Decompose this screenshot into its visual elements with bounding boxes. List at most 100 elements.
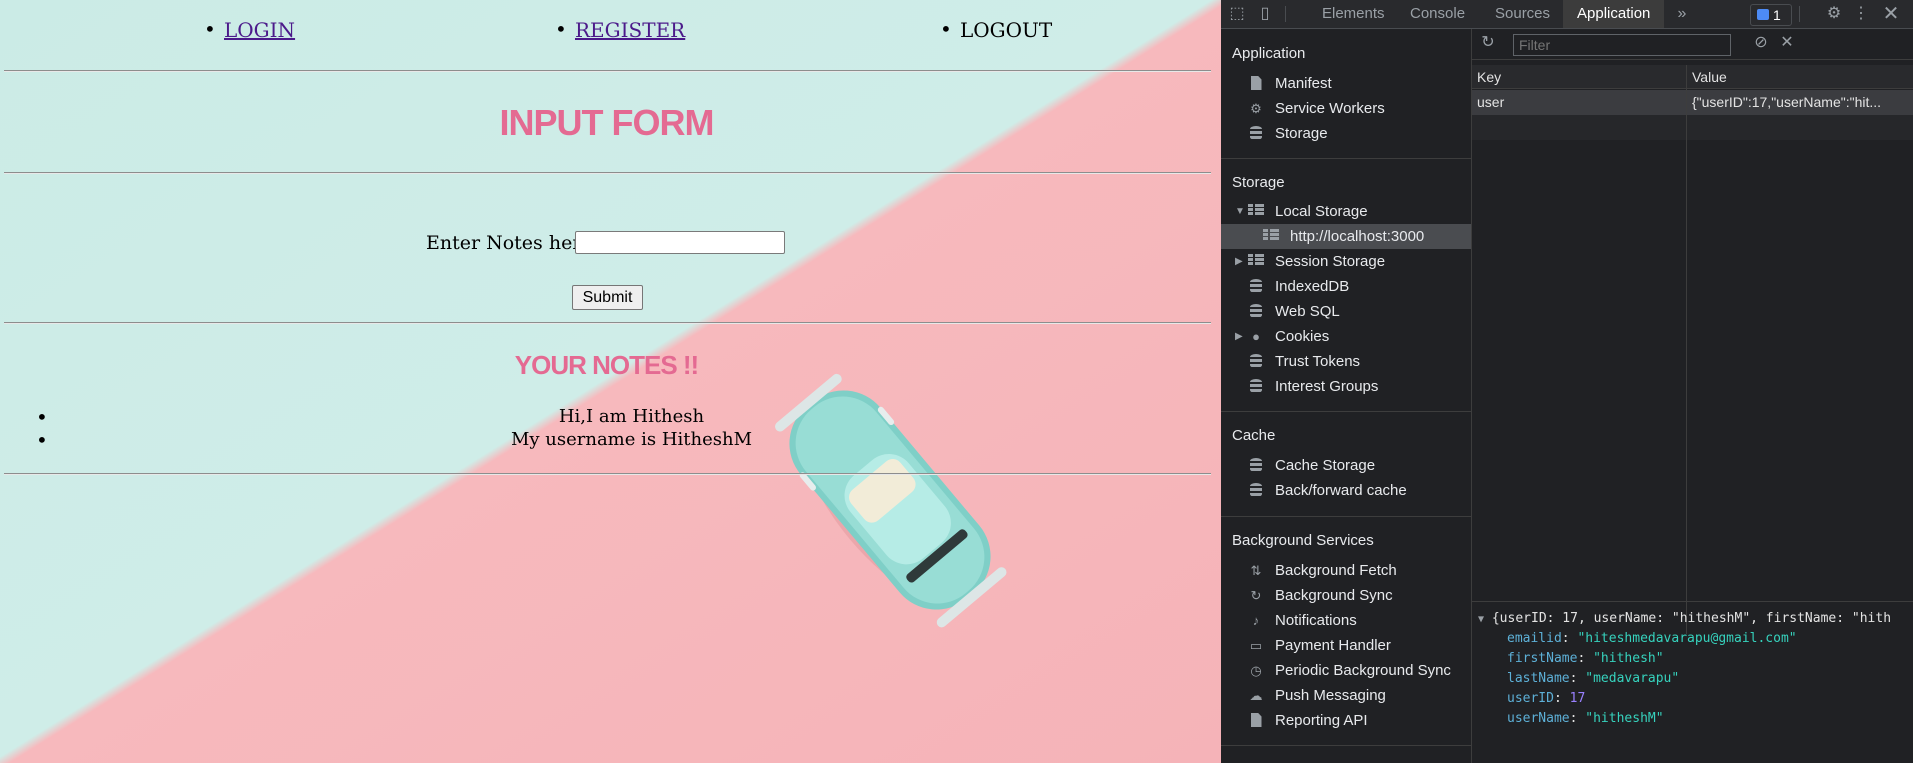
device-toolbar-icon[interactable]: ▯ [1255,4,1275,24]
issues-badge[interactable]: 1 [1750,4,1792,26]
column-header-value[interactable]: Value [1687,65,1913,89]
filter-input[interactable] [1513,34,1731,56]
preview-field: userName: "hitheshM" [1507,711,1664,726]
clear-all-icon[interactable]: ⊘ [1751,33,1771,53]
sidebar-item-storage[interactable]: Storage [1221,121,1471,146]
sidebar-item-background-sync[interactable]: ↻ Background Sync [1221,583,1471,608]
table-row[interactable]: user {"userID":17,"userName":"hit... [1472,90,1913,115]
divider [4,322,1211,324]
column-header-key[interactable]: Key [1472,65,1686,89]
database-icon [1248,483,1264,498]
sidebar-label: Background Fetch [1275,562,1397,579]
field-value: "hiteshmedavarapu@gmail.com" [1577,631,1797,646]
sidebar-label: Service Workers [1275,100,1385,117]
sidebar-label: Session Storage [1275,253,1386,270]
preview-summary[interactable]: ▼ {userID: 17, userName: "hitheshM", fir… [1478,611,1891,626]
settings-gear-icon[interactable]: ⚙ [1824,4,1844,24]
sidebar-item-background-fetch[interactable]: ⇅ Background Fetch [1221,558,1471,583]
sidebar-label: Storage [1275,125,1328,142]
sidebar-label: Notifications [1275,612,1357,629]
expand-right-icon[interactable]: ▶ [1235,324,1243,349]
expand-down-icon[interactable]: ▼ [1235,199,1245,224]
sidebar-item-session-storage[interactable]: ▶ Session Storage [1221,249,1471,274]
web-page: LOGIN REGISTER LOGOUT INPUT FORM Enter N… [0,0,1221,763]
sidebar-item-notifications[interactable]: ♪ Notifications [1221,608,1471,633]
sidebar-item-manifest[interactable]: Manifest [1221,71,1471,96]
login-link[interactable]: LOGIN [224,18,295,42]
field-key: emailid [1507,631,1562,646]
storage-table: Key Value user {"userID":17,"userName":"… [1472,65,1913,634]
inspect-element-icon[interactable]: ⬚ [1227,4,1247,24]
tab-sources[interactable]: Sources [1493,0,1552,28]
tab-elements[interactable]: Elements [1320,0,1387,28]
field-value: "medavarapu" [1585,671,1680,686]
submit-button[interactable]: Submit [572,285,643,310]
section-title-background-services: Background Services [1232,532,1374,549]
notes-input[interactable] [575,231,785,254]
value-preview: ▼ {userID: 17, userName: "hitheshM", fir… [1472,601,1913,764]
section-title-application: Application [1232,45,1306,62]
sidebar-item-service-workers[interactable]: ⚙ Service Workers [1221,96,1471,121]
divider [1221,745,1471,746]
sidebar-item-interest-groups[interactable]: Interest Groups [1221,374,1471,399]
tab-application[interactable]: Application [1563,0,1665,28]
sidebar-item-cache-storage[interactable]: Cache Storage [1221,453,1471,478]
sidebar-item-push-messaging[interactable]: ☁ Push Messaging [1221,683,1471,708]
notes-list: Hi,I am Hithesh My username is HitheshM [0,405,1221,452]
list-item: Hi,I am Hithesh [0,405,1221,429]
issues-count: 1 [1773,7,1781,23]
expand-right-icon[interactable]: ▶ [1235,249,1243,274]
field-key: userName [1507,711,1570,726]
table-row[interactable] [1472,115,1913,140]
more-tabs-icon[interactable]: » [1672,4,1692,24]
sidebar-item-payment-handler[interactable]: ▭ Payment Handler [1221,633,1471,658]
bell-icon: ♪ [1252,613,1260,628]
section-title-cache: Cache [1232,427,1276,444]
preview-summary-text: {userID: 17, userName: "hitheshM", first… [1491,611,1892,626]
sidebar-item-reporting-api[interactable]: Reporting API [1221,708,1471,733]
separator [1799,6,1800,22]
preview-field: userID: 17 [1507,691,1586,706]
logout-link[interactable]: LOGOUT [960,18,1052,42]
sidebar-item-trust-tokens[interactable]: Trust Tokens [1221,349,1471,374]
delete-selected-icon[interactable]: ✕ [1777,33,1797,53]
sidebar-item-cookies[interactable]: ▶ ● Cookies [1221,324,1471,349]
table-icon [1248,254,1264,269]
sidebar-item-periodic-background-sync[interactable]: ◷ Periodic Background Sync [1221,658,1471,683]
sidebar-item-local-storage[interactable]: ▼ Local Storage [1221,199,1471,224]
field-value: 17 [1569,691,1586,706]
sidebar-label: Payment Handler [1275,637,1391,654]
field-key: firstName [1507,651,1578,666]
row-key: user [1477,94,1505,110]
clock-icon: ◷ [1250,663,1262,678]
column-divider [1686,65,1687,634]
divider [1221,411,1471,412]
sidebar-item-local-origin[interactable]: http://localhost:3000 [1221,224,1471,249]
gear-icon: ⚙ [1250,101,1262,116]
nav-login: LOGIN [204,17,295,42]
database-icon [1248,304,1264,319]
storage-view: ↻ ⊘ ✕ Key Value user {"userID":17,"userN… [1472,29,1913,763]
message-icon [1757,9,1769,20]
tab-console[interactable]: Console [1408,0,1467,28]
nav-logout[interactable]: LOGOUT [940,17,1052,42]
close-icon[interactable]: ✕ [1881,4,1901,24]
divider [4,473,1211,475]
storage-toolbar: ↻ ⊘ ✕ [1472,29,1913,60]
sidebar-item-indexeddb[interactable]: IndexedDB [1221,274,1471,299]
sidebar-label: Background Sync [1275,587,1393,604]
sidebar-label: Cookies [1275,328,1330,345]
field-key: userID [1507,691,1554,706]
sidebar-item-bfcache[interactable]: Back/forward cache [1221,478,1471,503]
field-value: "hithesh" [1593,651,1664,666]
collapse-icon[interactable]: ▼ [1478,614,1484,625]
notes-title: YOUR NOTES !! [514,350,699,380]
sidebar-item-web-sql[interactable]: Web SQL [1221,299,1471,324]
kebab-menu-icon[interactable]: ⋮ [1851,4,1871,24]
sidebar-label: Push Messaging [1275,687,1386,704]
refresh-icon[interactable]: ↻ [1478,33,1498,53]
up-down-arrows-icon: ⇅ [1250,563,1262,578]
preview-field: lastName: "medavarapu" [1507,671,1680,686]
field-key: lastName [1507,671,1570,686]
register-link[interactable]: REGISTER [575,18,685,42]
